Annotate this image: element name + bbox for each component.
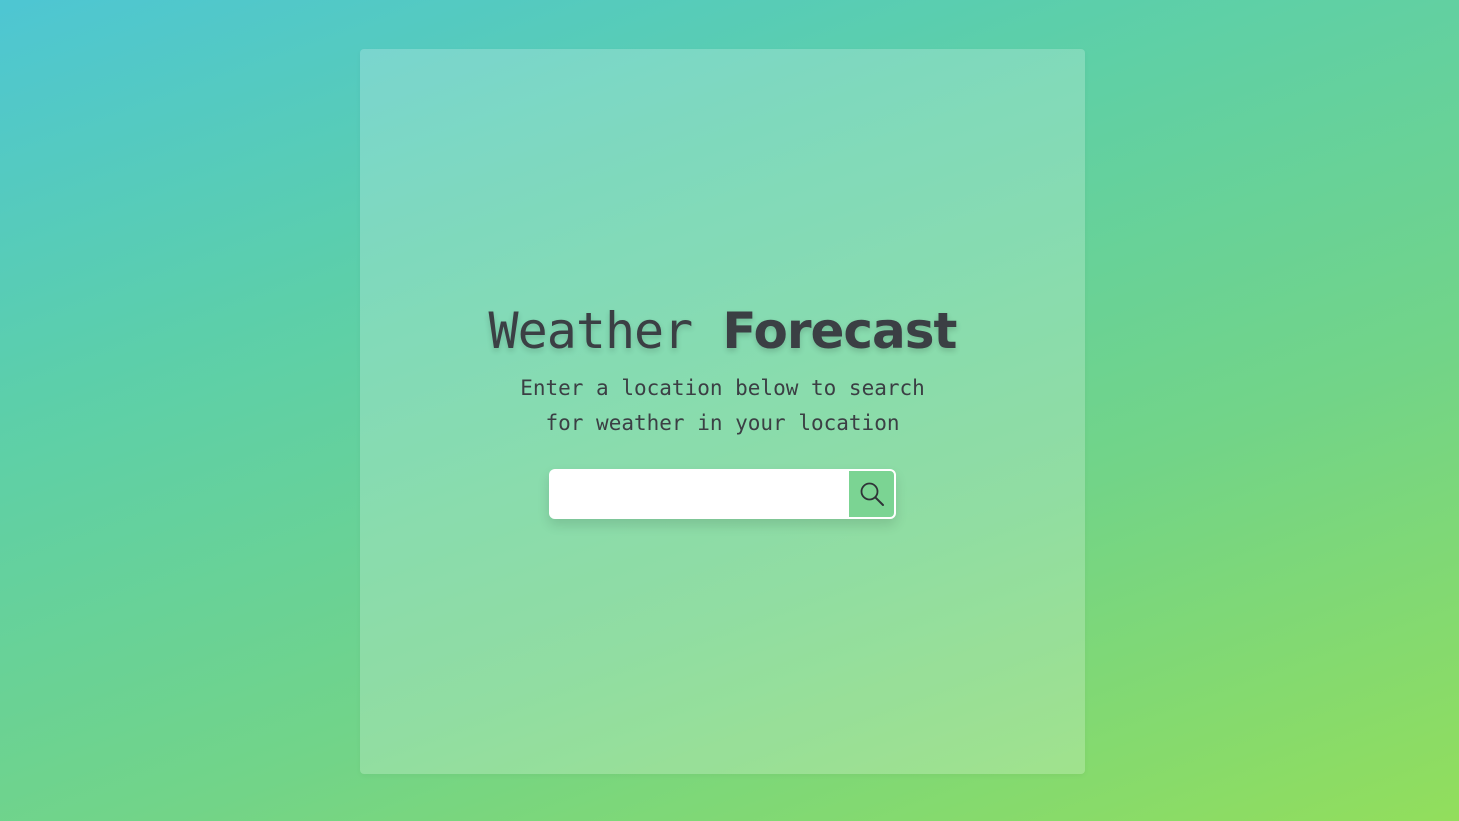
page-title: Weather Forecast bbox=[488, 302, 958, 360]
search-form bbox=[549, 469, 896, 519]
title-bold: Forecast bbox=[722, 302, 957, 360]
page-subtitle: Enter a location below to search for wea… bbox=[520, 376, 925, 435]
weather-card: Weather Forecast Enter a location below … bbox=[360, 49, 1085, 774]
title-light: Weather bbox=[488, 302, 694, 360]
search-icon bbox=[859, 481, 885, 507]
search-button[interactable] bbox=[847, 469, 896, 519]
location-search-input[interactable] bbox=[549, 469, 847, 519]
